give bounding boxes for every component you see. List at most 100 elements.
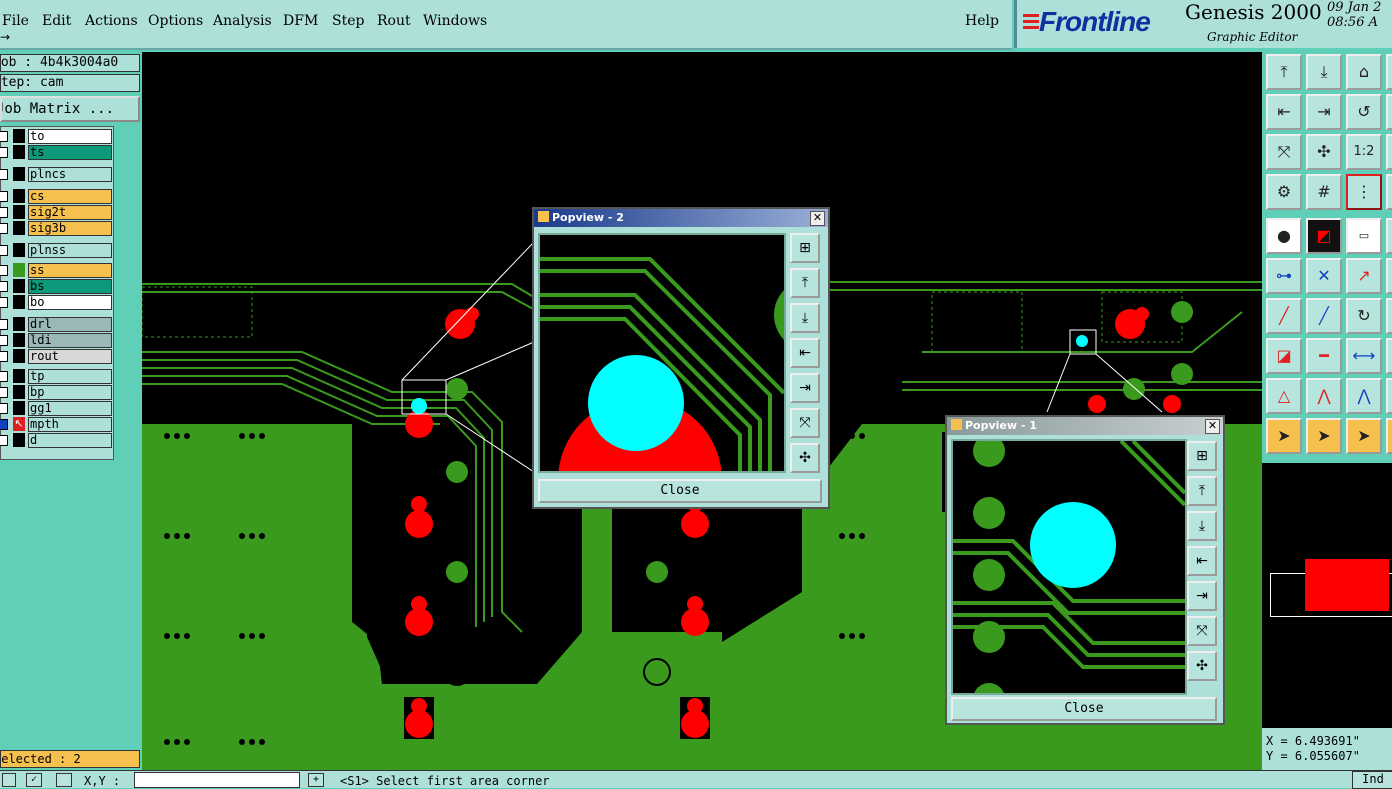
menu-analysis[interactable]: Analysis [213,13,272,29]
layer-name[interactable]: ss [28,263,112,278]
popview-2-titlebar[interactable]: Popview - 2 [534,209,828,227]
layer-name[interactable]: cs [28,189,112,204]
layer-name[interactable]: d [28,433,112,448]
layer-checkbox[interactable] [0,403,8,414]
layer-color-swatch[interactable]: ↖ [13,417,25,431]
layer-color-swatch[interactable] [13,167,25,181]
zoom-in-icon[interactable]: ✣ [1187,651,1217,681]
popview-1-close-button[interactable]: Close [951,697,1217,721]
layer-checkbox[interactable] [0,245,8,256]
arc-icon[interactable]: ↻ [1346,298,1382,334]
layer-icon[interactable] [56,773,72,787]
close-icon[interactable]: ✕ [810,211,825,226]
menu-edit[interactable]: Edit [42,13,71,29]
layer-checkbox[interactable] [0,319,8,330]
layer-name[interactable]: ldi [28,333,112,348]
layer-color-swatch[interactable] [13,433,25,447]
layer-color-swatch[interactable] [13,279,25,293]
layer-color-swatch[interactable] [13,401,25,415]
check-icon[interactable]: ✓ [26,773,42,787]
move-right-icon[interactable]: ⇥ [1306,94,1342,130]
layer-row-rout[interactable]: rout [0,349,113,364]
layer-row-tp[interactable]: tp [0,369,113,384]
home-icon[interactable]: ⌂ [1346,54,1382,90]
layer-name[interactable]: sig3b [28,221,112,236]
zoom-in-icon[interactable]: ✣ [790,443,820,473]
layer-name[interactable]: rout [28,349,112,364]
overview-map[interactable] [1262,460,1392,731]
pointer-icon[interactable]: ➤ [1266,418,1302,454]
popview-2-canvas[interactable] [538,233,786,473]
layer-checkbox[interactable] [0,297,8,308]
link-icon[interactable]: ↗ [1346,258,1382,294]
pan-left-icon[interactable]: ⇤ [1187,546,1217,576]
layer-color-swatch[interactable] [13,129,25,143]
tool-icon[interactable] [1386,218,1392,254]
layer-checkbox[interactable] [0,147,8,158]
move-down-icon[interactable]: ⤓ [1306,54,1342,90]
zoom-fit-icon[interactable]: ⊞ [1187,441,1217,471]
pan-down-icon[interactable]: ⤓ [1187,511,1217,541]
layer-name[interactable]: gg1 [28,401,112,416]
undo-zoom-icon[interactable]: ↺ [1346,94,1382,130]
pan-right-icon[interactable]: ⇥ [1187,581,1217,611]
layer-color-swatch[interactable] [13,205,25,219]
layer-checkbox[interactable] [0,169,8,180]
tool-icon[interactable] [1386,94,1392,130]
layer-row-to[interactable]: to [0,129,113,144]
tool-icon[interactable] [1386,418,1392,454]
tool-icon[interactable] [1386,258,1392,294]
layer-row-drl[interactable]: drl [0,317,113,332]
layer-name[interactable]: drl [28,317,112,332]
layer-name[interactable]: bp [28,385,112,400]
pan-right-icon[interactable]: ⇥ [790,373,820,403]
zoom-out-icon[interactable]: ⤧ [790,408,820,438]
pointer-rotate-icon[interactable]: ➤ [1346,418,1382,454]
pad-icon[interactable]: ◪ [1266,338,1302,374]
select-point-icon[interactable]: ● [1266,218,1302,254]
layer-color-swatch[interactable] [13,243,25,257]
layer-color-swatch[interactable] [13,221,25,235]
tool-icon[interactable] [1386,298,1392,334]
layer-checkbox[interactable] [0,265,8,276]
snap-icon[interactable]: ⚙ [1266,174,1302,210]
layer-name[interactable]: sig2t [28,205,112,220]
select-region-icon[interactable]: ◩ [1306,218,1342,254]
layer-row-bp[interactable]: bp [0,385,113,400]
layer-row-plnss[interactable]: plnss [0,243,113,258]
layer-row-bo[interactable]: bo [0,295,113,310]
layer-row-ts[interactable]: ts [0,145,113,160]
layer-row-bs[interactable]: bs [0,279,113,294]
menu-options[interactable]: Options [148,13,203,29]
layer-checkbox[interactable] [0,207,8,218]
menu-actions[interactable]: Actions [85,13,138,29]
layer-name[interactable]: plnss [28,243,112,258]
triangle-icon[interactable]: △ [1266,378,1302,414]
menu-dfm[interactable]: DFM [283,13,318,29]
tool-icon[interactable] [1386,378,1392,414]
angle-icon[interactable]: ⋀ [1306,378,1342,414]
layer-row-sig3b[interactable]: sig3b [0,221,113,236]
move-up-icon[interactable]: ⤒ [1266,54,1302,90]
tool-icon[interactable] [1386,338,1392,374]
angle-alt-icon[interactable]: ⋀ [1346,378,1382,414]
measure-ruler-icon[interactable]: ▭ [1346,218,1382,254]
tool-icon[interactable] [1386,54,1392,90]
popview-1-canvas[interactable] [951,439,1187,695]
layer-name[interactable]: to [28,129,112,144]
tool-icon[interactable] [1386,174,1392,210]
layer-color-swatch[interactable] [13,317,25,331]
layer-row-ldi[interactable]: ldi [0,333,113,348]
zoom-fit-icon[interactable]: ⊞ [790,233,820,263]
layer-color-swatch[interactable] [13,333,25,347]
pointer-select-icon[interactable]: ➤ [1306,418,1342,454]
zoom-out-icon[interactable]: ⤧ [1187,616,1217,646]
layer-checkbox[interactable] [0,387,8,398]
pan-up-icon[interactable]: ⤒ [1187,476,1217,506]
layer-checkbox[interactable] [0,351,8,362]
layer-color-swatch[interactable] [13,349,25,363]
cross-icon[interactable]: ✕ [1306,258,1342,294]
menu-rout[interactable]: Rout [377,13,411,29]
layer-checkbox[interactable] [0,223,8,234]
layer-row-gg1[interactable]: gg1 [0,401,113,416]
